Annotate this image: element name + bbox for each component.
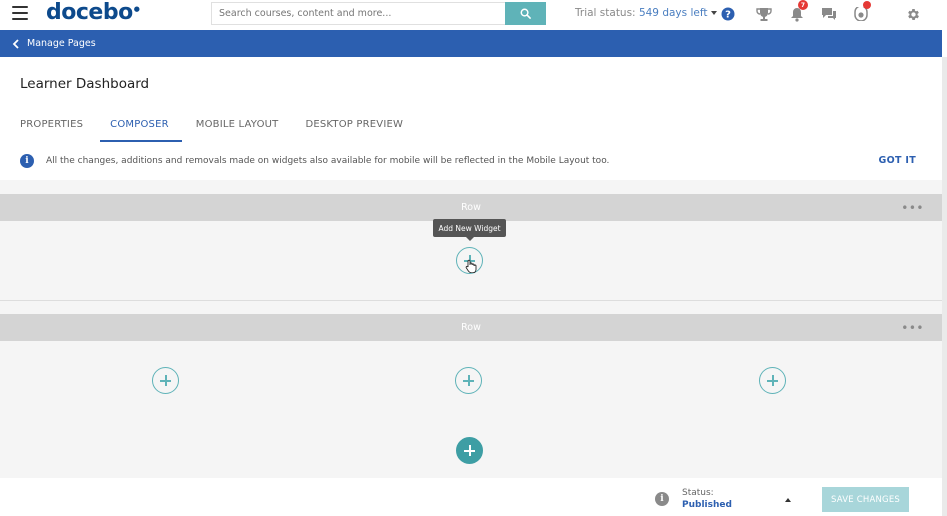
- row-header: Row •••: [0, 194, 942, 221]
- user-alert-badge: [863, 1, 871, 9]
- row-menu-icon[interactable]: •••: [901, 201, 924, 215]
- settings-gear-icon[interactable]: [903, 4, 923, 24]
- save-changes-button[interactable]: SAVE CHANGES: [822, 487, 909, 512]
- info-icon: i: [20, 154, 34, 168]
- row-divider: [0, 300, 942, 301]
- footer-bar: i Status: Published SAVE CHANGES: [0, 478, 942, 516]
- row-header: Row •••: [0, 314, 942, 341]
- plus-icon: [160, 375, 171, 386]
- tab-composer[interactable]: COMPOSER: [100, 116, 182, 142]
- info-banner: i All the changes, additions and removal…: [20, 152, 942, 170]
- search-input[interactable]: [211, 2, 505, 25]
- notification-count-badge: 7: [798, 0, 808, 10]
- svg-text:?: ?: [725, 10, 731, 21]
- page-title: Learner Dashboard: [20, 76, 150, 92]
- status-label: Status:: [682, 488, 714, 498]
- trial-status[interactable]: Trial status: 549 days left: [575, 7, 718, 19]
- info-message: All the changes, additions and removals …: [46, 156, 610, 166]
- plus-icon: [463, 375, 474, 386]
- add-widget-button[interactable]: [455, 367, 482, 394]
- tab-desktop-preview[interactable]: DESKTOP PREVIEW: [305, 116, 403, 142]
- row-label: Row: [461, 322, 481, 333]
- plus-icon: [464, 445, 475, 456]
- notifications-bell-icon[interactable]: 7: [787, 0, 808, 24]
- logo[interactable]: docebo●: [46, 0, 140, 25]
- chevron-down-icon: [711, 11, 718, 15]
- chevron-up-icon[interactable]: [785, 498, 791, 502]
- top-bar: docebo● Trial status: 549 days left ? 7: [0, 0, 947, 28]
- tab-properties[interactable]: PROPERTIES: [20, 116, 83, 142]
- add-widget-button[interactable]: [759, 367, 786, 394]
- back-to-manage-pages[interactable]: Manage Pages: [0, 30, 942, 57]
- page-tabs: PROPERTIES COMPOSER MOBILE LAYOUT DESKTO…: [20, 116, 430, 142]
- back-link-label: Manage Pages: [27, 38, 96, 49]
- add-widget-button[interactable]: [152, 367, 179, 394]
- chat-icon[interactable]: [819, 4, 839, 24]
- hamburger-menu-icon[interactable]: [12, 6, 28, 20]
- page-scrollbar[interactable]: [942, 57, 947, 516]
- add-widget-tooltip: Add New Widget: [433, 219, 506, 241]
- user-avatar-icon[interactable]: [851, 1, 871, 24]
- tab-mobile-layout[interactable]: MOBILE LAYOUT: [196, 116, 279, 142]
- status-value[interactable]: Published: [682, 500, 732, 510]
- search-icon: [520, 8, 531, 19]
- chevron-left-icon: [12, 38, 19, 49]
- help-icon[interactable]: ?: [718, 4, 738, 24]
- got-it-button[interactable]: GOT IT: [879, 155, 916, 166]
- add-row-button[interactable]: [456, 437, 483, 464]
- plus-icon: [767, 375, 778, 386]
- trophy-icon[interactable]: [754, 4, 774, 24]
- row-label: Row: [461, 202, 481, 213]
- row-menu-icon[interactable]: •••: [901, 321, 924, 335]
- search-button[interactable]: [505, 2, 546, 25]
- mouse-pointer-icon: [465, 259, 477, 273]
- status-info-icon[interactable]: i: [655, 492, 669, 506]
